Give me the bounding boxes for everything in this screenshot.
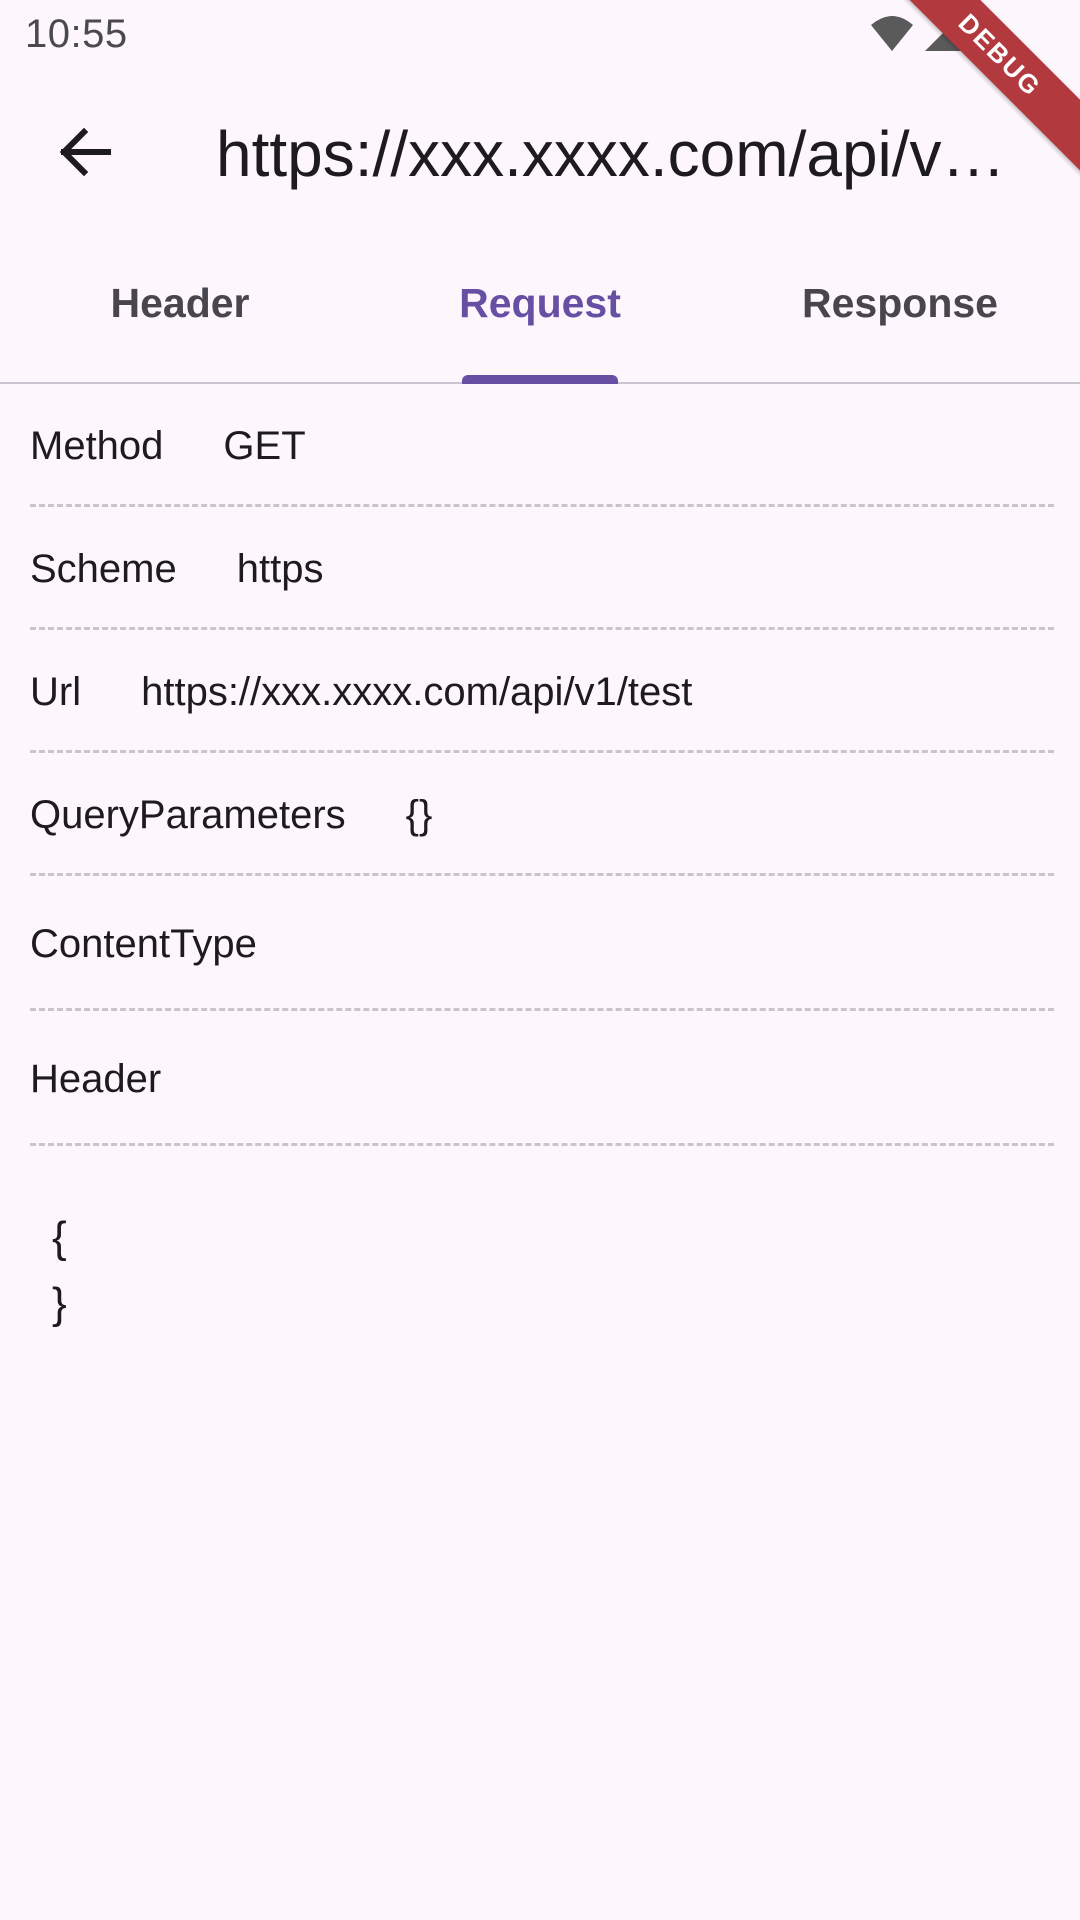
header-row: Header bbox=[30, 1011, 1054, 1146]
method-label: Method bbox=[30, 423, 164, 468]
query-parameters-label: QueryParameters bbox=[30, 792, 346, 837]
url-value: https://xxx.xxxx.com/api/v1/test bbox=[141, 669, 693, 714]
wifi-icon bbox=[869, 13, 915, 58]
status-time: 10:55 bbox=[25, 12, 128, 56]
tab-response-label: Response bbox=[802, 279, 998, 326]
tab-response[interactable]: Response bbox=[720, 240, 1080, 380]
tab-bar: Header Request Response bbox=[0, 240, 1080, 384]
page-title: https://xxx.xxxx.com/api/v… bbox=[216, 116, 1016, 192]
url-row: Url https://xxx.xxxx.com/api/v1/test bbox=[30, 630, 1054, 753]
scheme-label: Scheme bbox=[30, 546, 177, 591]
active-tab-indicator bbox=[462, 375, 618, 384]
app-bar: https://xxx.xxxx.com/api/v… bbox=[0, 74, 1080, 234]
back-button[interactable] bbox=[40, 114, 130, 194]
tab-header-label: Header bbox=[110, 279, 250, 326]
json-open-brace: { bbox=[52, 1213, 67, 1262]
status-bar: 10:55 bbox=[0, 0, 1080, 74]
arrow-left-icon bbox=[58, 127, 112, 182]
tab-request[interactable]: Request bbox=[360, 240, 720, 380]
header-label: Header bbox=[30, 1056, 162, 1101]
content-type-label: ContentType bbox=[30, 921, 257, 966]
scheme-row: Scheme https bbox=[30, 507, 1054, 630]
query-parameters-value: {} bbox=[405, 792, 433, 837]
method-row: Method GET bbox=[30, 384, 1054, 507]
request-details: Method GET Scheme https Url https://xxx.… bbox=[30, 384, 1054, 1146]
scheme-value: https bbox=[236, 546, 324, 591]
json-close-brace: } bbox=[52, 1279, 67, 1328]
header-json-body: { } bbox=[52, 1205, 67, 1337]
url-label: Url bbox=[30, 669, 82, 714]
content-type-row: ContentType bbox=[30, 876, 1054, 1011]
method-value: GET bbox=[223, 423, 306, 468]
tab-header[interactable]: Header bbox=[0, 240, 360, 380]
tab-request-label: Request bbox=[459, 279, 621, 326]
page-title-text: https://xxx.xxxx.com/api/v… bbox=[216, 118, 1006, 190]
query-parameters-row: QueryParameters {} bbox=[30, 753, 1054, 876]
